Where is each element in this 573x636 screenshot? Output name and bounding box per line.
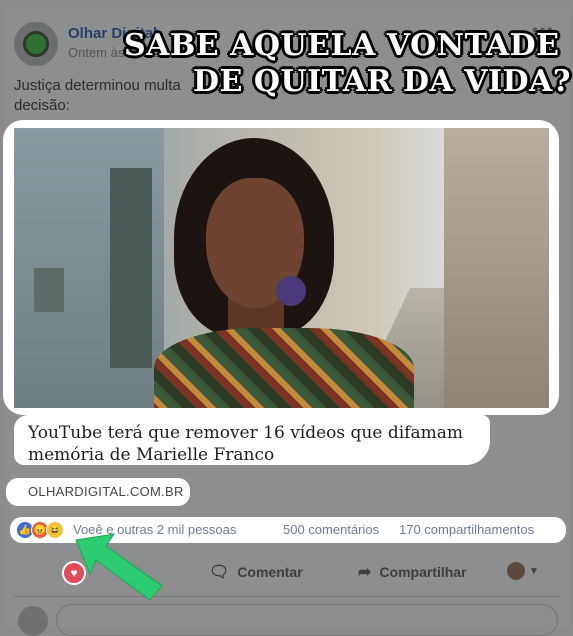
page-avatar[interactable] [14,22,58,66]
meme-caption-line-1: SABE AQUELA VONTADE [124,28,560,63]
share-label: Compartilhar [379,564,467,580]
post-text-line-2: decisão: [14,97,70,114]
wall-box [34,268,64,312]
earring [276,276,306,306]
comment-icon: 🗨 [209,564,230,581]
link-title[interactable]: YouTube terá que remover 16 vídeos que d… [28,422,498,466]
comments-count[interactable]: 500 comentários [283,522,379,537]
haha-reaction-icon: 😆 [46,521,64,539]
share-button[interactable]: ➦ Compartilhar [358,562,467,582]
door [110,168,152,368]
comment-label: Comentar [237,564,303,580]
shares-count[interactable]: 170 compartilhamentos [399,522,534,537]
green-arrow-icon [75,533,163,601]
person-top [154,328,414,408]
logo-icon [23,31,49,57]
commenter-avatar [18,606,48,636]
share-icon: ➦ [358,564,372,581]
meme-caption-line-2: DE QUITAR DA VIDA? [193,64,571,99]
user-avatar [507,562,525,580]
comment-button[interactable]: 🗨 Comentar [209,562,303,582]
reaction-icons[interactable]: 👍 😠 😆 [16,521,64,539]
link-domain[interactable]: OLHARDIGITAL.COM.BR [28,484,184,499]
building-right [444,128,549,408]
chevron-down-icon: ▼ [529,565,539,577]
post-as-selector[interactable]: ▼ [507,562,539,580]
link-preview-image[interactable] [14,128,549,408]
